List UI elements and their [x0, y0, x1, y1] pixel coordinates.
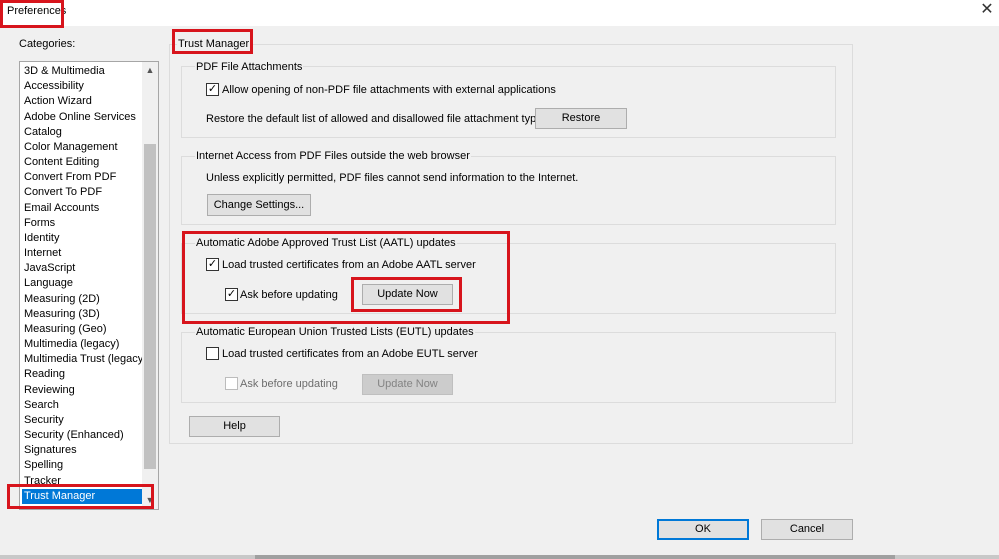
- change-settings-button[interactable]: Change Settings...: [207, 194, 311, 216]
- help-button[interactable]: Help: [189, 416, 280, 437]
- pdf-attachments-title: PDF File Attachments: [195, 61, 304, 73]
- ok-button[interactable]: OK: [657, 519, 749, 540]
- pdf-attachments-group: [181, 66, 836, 138]
- allow-attachments-label: Allow opening of non-PDF file attachment…: [222, 84, 556, 96]
- category-item[interactable]: Reading: [22, 367, 144, 382]
- horizontal-scrollbar: [255, 555, 895, 559]
- restore-button[interactable]: Restore: [535, 108, 627, 129]
- eutl-title: Automatic European Union Trusted Lists (…: [195, 326, 475, 338]
- scroll-down-icon[interactable]: ▼: [142, 492, 158, 508]
- window-title: Preferences: [7, 5, 67, 17]
- cancel-button[interactable]: Cancel: [761, 519, 853, 540]
- eutl-ask-label: Ask before updating: [240, 378, 338, 390]
- aatl-load-checkbox[interactable]: ✓: [206, 258, 219, 271]
- category-item[interactable]: Catalog: [22, 125, 144, 140]
- category-item[interactable]: Security: [22, 413, 144, 428]
- title-bar: [0, 0, 999, 26]
- aatl-load-label: Load trusted certificates from an Adobe …: [222, 259, 476, 271]
- aatl-group: [181, 243, 836, 314]
- category-item[interactable]: Search: [22, 398, 144, 413]
- category-item[interactable]: Convert To PDF: [22, 185, 144, 200]
- panel-title: Trust Manager: [177, 38, 251, 50]
- category-item[interactable]: Security (Enhanced): [22, 428, 144, 443]
- restore-text: Restore the default list of allowed and …: [206, 113, 551, 125]
- category-item[interactable]: Reviewing: [22, 383, 144, 398]
- category-item[interactable]: Measuring (3D): [22, 307, 144, 322]
- checkmark-icon: ✓: [226, 288, 237, 300]
- aatl-update-now-button[interactable]: Update Now: [362, 284, 453, 305]
- category-item[interactable]: Accessibility: [22, 79, 144, 94]
- checkmark-icon: ✓: [207, 258, 218, 270]
- category-item[interactable]: Multimedia Trust (legacy): [22, 352, 147, 367]
- category-item[interactable]: Spelling: [22, 458, 144, 473]
- internet-access-title: Internet Access from PDF Files outside t…: [195, 150, 471, 162]
- category-item[interactable]: Trust Manager: [22, 488, 144, 504]
- category-item[interactable]: Adobe Online Services: [22, 110, 144, 125]
- category-item[interactable]: Internet: [22, 246, 144, 261]
- category-item[interactable]: Forms: [22, 216, 144, 231]
- category-item[interactable]: Measuring (2D): [22, 292, 144, 307]
- eutl-group: [181, 332, 836, 403]
- eutl-load-label: Load trusted certificates from an Adobe …: [222, 348, 478, 360]
- category-item[interactable]: Multimedia (legacy): [22, 337, 144, 352]
- scroll-up-icon[interactable]: ▲: [142, 62, 158, 78]
- category-item[interactable]: Language: [22, 276, 144, 291]
- category-item[interactable]: 3D & Multimedia: [22, 64, 144, 79]
- eutl-load-checkbox[interactable]: [206, 347, 219, 360]
- category-item[interactable]: Identity: [22, 231, 144, 246]
- aatl-ask-checkbox[interactable]: ✓: [225, 288, 238, 301]
- category-item[interactable]: Email Accounts: [22, 201, 144, 216]
- category-item[interactable]: Signatures: [22, 443, 144, 458]
- category-item[interactable]: Content Editing: [22, 155, 144, 170]
- close-icon[interactable]: ✕: [978, 1, 996, 19]
- aatl-ask-label: Ask before updating: [240, 289, 338, 301]
- category-item[interactable]: JavaScript: [22, 261, 144, 276]
- category-item[interactable]: Tracker: [22, 474, 144, 489]
- categories-label: Categories:: [19, 38, 76, 50]
- category-item[interactable]: Measuring (Geo): [22, 322, 144, 337]
- categories-list[interactable]: 3D & Multimedia Accessibility Action Wizar…: [19, 61, 159, 510]
- eutl-ask-checkbox[interactable]: [225, 377, 238, 390]
- eutl-update-now-button[interactable]: Update Now: [362, 374, 453, 395]
- category-item[interactable]: Color Management: [22, 140, 144, 155]
- scroll-thumb[interactable]: [144, 144, 156, 469]
- internet-access-info: Unless explicitly permitted, PDF files c…: [206, 172, 579, 184]
- allow-attachments-checkbox[interactable]: ✓: [206, 83, 219, 96]
- category-item[interactable]: Action Wizard: [22, 94, 144, 109]
- category-item[interactable]: Convert From PDF: [22, 170, 144, 185]
- aatl-title: Automatic Adobe Approved Trust List (AAT…: [195, 237, 457, 249]
- checkmark-icon: ✓: [207, 83, 218, 95]
